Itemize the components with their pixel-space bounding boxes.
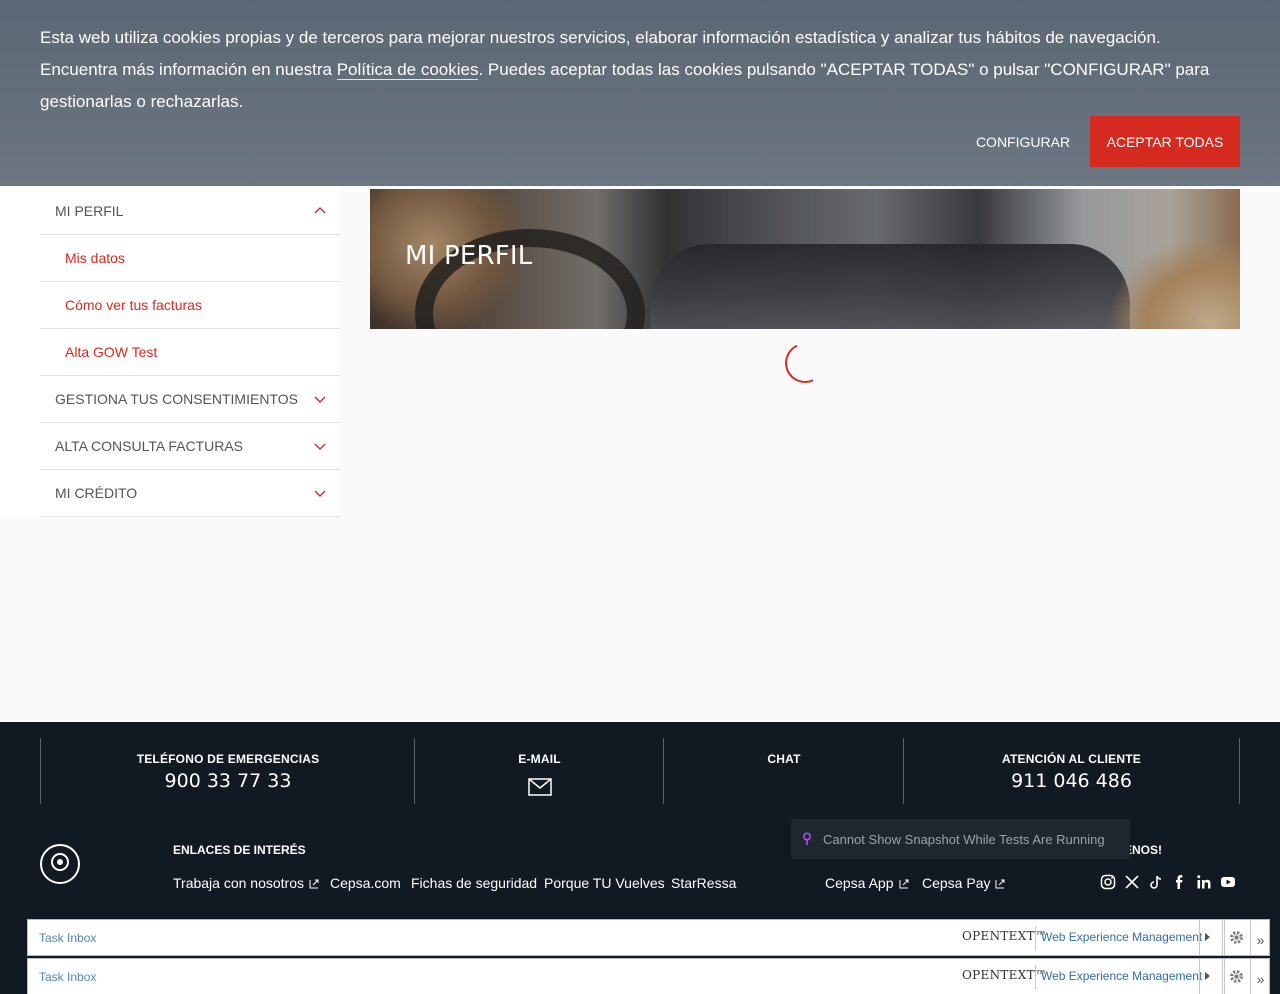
sidebar: MI PERFIL Mis datos Cómo ver tus factura… [0, 186, 340, 518]
pin-icon [802, 832, 812, 845]
link-trabaja-con-nosotros[interactable]: Trabaja con nosotros [173, 875, 319, 891]
sidebar-item-label: GESTIONA TUS CONSENTIMIENTOS [55, 391, 298, 407]
tiktok-icon[interactable] [1148, 874, 1164, 890]
settings-button[interactable] [1222, 920, 1247, 955]
caret-right-icon [1205, 972, 1210, 980]
confianza-online-logo[interactable] [40, 844, 80, 884]
chat-label: CHAT [767, 752, 801, 766]
collapse-toolbar-button[interactable]: » [1250, 920, 1270, 955]
emergency-phone[interactable]: TELÉFONO DE EMERGENCIAS 900 33 77 33 [40, 738, 415, 804]
chevron-down-icon [314, 396, 326, 403]
chevron-down-icon [314, 443, 326, 450]
link-starressa[interactable]: StarRessa [671, 875, 736, 891]
caret-right-icon [1205, 933, 1210, 941]
external-link-icon [309, 879, 319, 889]
cookie-text: Esta web utiliza cookies propias y de te… [40, 28, 1210, 111]
sidebar-item-label: MI CRÉDITO [55, 485, 138, 501]
cookie-policy-link[interactable]: Política de cookies [336, 60, 479, 80]
expand-arrow-button[interactable] [1199, 920, 1215, 955]
sidebar-item-mis-datos[interactable]: Mis datos [40, 235, 340, 282]
snapshot-toast: Cannot Show Snapshot While Tests Are Run… [791, 819, 1130, 859]
cookie-banner: Esta web utiliza cookies propias y de te… [0, 0, 1280, 186]
external-link-icon [899, 879, 908, 889]
sidebar-item-mi-perfil[interactable]: MI PERFIL [40, 188, 340, 235]
link-cepsa-app[interactable]: Cepsa App [825, 875, 909, 891]
loading-spinner [779, 337, 831, 389]
wem-toolbar: Task Inbox OPENTEXT™ Web Experience Mana… [27, 919, 1270, 956]
sidebar-item-mi-credito[interactable]: MI CRÉDITO [40, 470, 340, 517]
sidebar-item-como-ver-facturas[interactable]: Cómo ver tus facturas [40, 282, 340, 329]
linkedin-icon[interactable] [1196, 874, 1212, 890]
sidebar-item-label: Cómo ver tus facturas [65, 297, 202, 313]
youtube-icon[interactable] [1220, 874, 1236, 890]
sidebar-item-label: ALTA CONSULTA FACTURAS [55, 438, 244, 454]
configure-cookies-button[interactable]: CONFIGURAR [968, 126, 1078, 158]
page-title: MI PERFIL [405, 241, 533, 271]
link-cepsa-pay[interactable]: Cepsa Pay [922, 875, 1005, 891]
link-fichas-seguridad[interactable]: Fichas de seguridad [411, 875, 537, 891]
instagram-icon[interactable] [1100, 874, 1116, 890]
customer-service-number: 911 046 486 [1011, 770, 1132, 792]
toast-message: Cannot Show Snapshot While Tests Are Run… [823, 831, 1105, 847]
email-label: E-MAIL [518, 752, 561, 766]
expand-arrow-button[interactable] [1199, 959, 1215, 994]
chevron-down-icon [314, 490, 326, 497]
task-inbox-link[interactable]: Task Inbox [39, 970, 96, 984]
chat-contact[interactable]: CHAT [663, 738, 904, 804]
sidebar-item-alta-gow-test[interactable]: Alta GOW Test [40, 329, 340, 376]
emergency-phone-label: TELÉFONO DE EMERGENCIAS [136, 752, 320, 766]
emergency-phone-number: 900 33 77 33 [164, 770, 292, 792]
sidebar-item-alta-consulta-facturas[interactable]: ALTA CONSULTA FACTURAS [40, 423, 340, 470]
facebook-icon[interactable] [1172, 874, 1188, 890]
task-inbox-link[interactable]: Task Inbox [39, 931, 96, 945]
x-icon[interactable] [1124, 874, 1140, 890]
gear-icon [1230, 931, 1243, 944]
link-cepsa-com[interactable]: Cepsa.com [330, 875, 401, 891]
collapse-toolbar-button[interactable]: » [1250, 959, 1270, 994]
external-link-icon [995, 879, 1005, 889]
accept-all-cookies-button[interactable]: ACEPTAR TODAS [1090, 116, 1240, 167]
customer-service[interactable]: ATENCIÓN AL CLIENTE 911 046 486 [903, 738, 1240, 804]
email-contact[interactable]: E-MAIL [414, 738, 664, 804]
sidebar-item-label: Mis datos [65, 250, 125, 266]
link-porque-tu-vuelves[interactable]: Porque TU Vuelves [544, 875, 665, 891]
hero-banner: MI PERFIL [370, 189, 1240, 329]
wem-link[interactable]: Web Experience Management [1041, 969, 1202, 983]
sidebar-item-label: MI PERFIL [55, 203, 124, 219]
wem-link[interactable]: Web Experience Management [1041, 930, 1202, 944]
double-chevron-right-icon: » [1256, 932, 1265, 948]
customer-service-label: ATENCIÓN AL CLIENTE [1002, 752, 1141, 766]
settings-button[interactable] [1222, 959, 1247, 994]
double-chevron-right-icon: » [1256, 971, 1265, 987]
wem-toolbar: Task Inbox OPENTEXT™ Web Experience Mana… [27, 958, 1270, 994]
chevron-up-icon [314, 207, 326, 214]
links-title: ENLACES DE INTERÉS [173, 843, 306, 857]
mail-icon [527, 778, 552, 796]
sidebar-item-label: Alta GOW Test [65, 344, 158, 360]
gear-icon [1230, 970, 1243, 983]
sidebar-item-consentimientos[interactable]: GESTIONA TUS CONSENTIMIENTOS [40, 376, 340, 423]
